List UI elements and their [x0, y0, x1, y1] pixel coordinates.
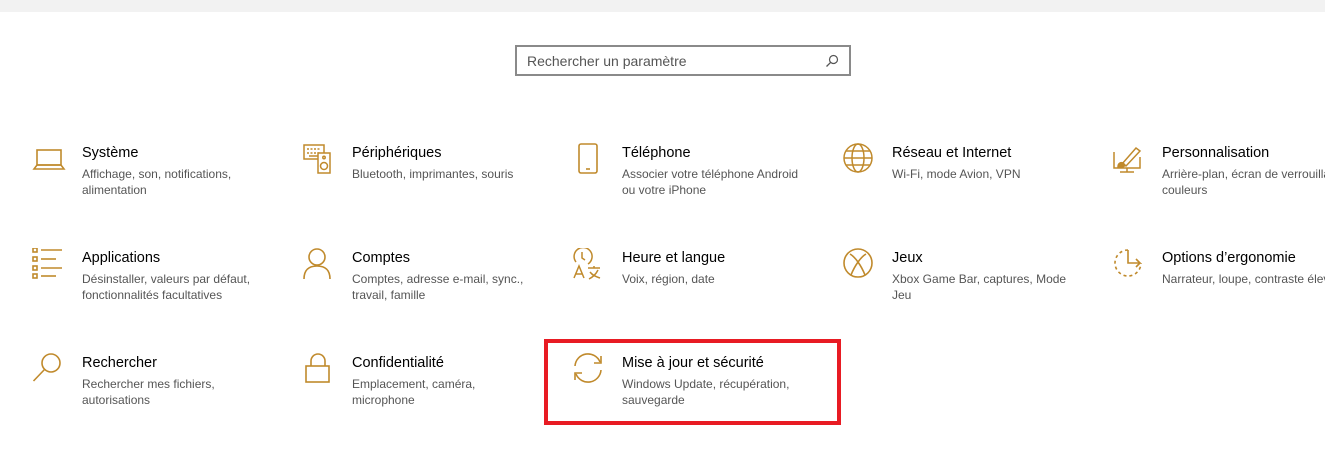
sync-icon — [572, 353, 606, 387]
tile-title: Applications — [82, 250, 161, 266]
tile-description: Rechercher mes fichiers, autorisations — [82, 377, 215, 407]
tile-description: Comptes, adresse e-mail, sync., travail,… — [352, 272, 524, 302]
tile-title: Rechercher — [82, 355, 157, 371]
title-bar-strip — [0, 0, 1325, 12]
search-input[interactable] — [527, 52, 825, 69]
tile-title: Téléphone — [622, 145, 691, 161]
tile-title: Confidentialité — [352, 355, 444, 371]
tile-jeux[interactable]: Jeux Xbox Game Bar, captures, Mode Jeu — [842, 248, 1102, 328]
tile-rechercher[interactable]: Rechercher Rechercher mes fichiers, auto… — [32, 353, 292, 433]
tile-systeme[interactable]: Système Affichage, son, notifications, a… — [32, 143, 292, 223]
tile-description: Xbox Game Bar, captures, Mode Jeu — [892, 272, 1067, 302]
tile-reseau-internet[interactable]: Réseau et Internet Wi-Fi, mode Avion, VP… — [842, 143, 1102, 223]
person-icon — [302, 248, 336, 282]
tile-heure-langue[interactable]: Heure et langue Voix, région, date — [572, 248, 832, 328]
tile-title: Personnalisation — [1162, 145, 1270, 161]
tile-description: Bluetooth, imprimantes, souris — [352, 167, 514, 181]
tile-applications[interactable]: Applications Désinstaller, valeurs par d… — [32, 248, 292, 328]
tile-confidentialite[interactable]: Confidentialité Emplacement, caméra, mic… — [302, 353, 562, 433]
tile-description: Affichage, son, notifications, alimentat… — [82, 167, 232, 197]
tile-title: Options d’ergonomie — [1162, 250, 1296, 266]
tile-title: Heure et langue — [622, 250, 726, 266]
ease-of-access-icon — [1112, 248, 1146, 282]
search-icon[interactable] — [825, 54, 839, 68]
xbox-icon — [842, 248, 876, 282]
tile-comptes[interactable]: Comptes Comptes, adresse e-mail, sync., … — [302, 248, 562, 328]
tile-mise-a-jour-securite[interactable]: Mise à jour et sécurité Windows Update, … — [572, 353, 832, 433]
search-box[interactable] — [515, 45, 851, 76]
tile-personnalisation[interactable]: Personnalisation Arrière-plan, écran de … — [1112, 143, 1325, 223]
tile-description: Wi-Fi, mode Avion, VPN — [892, 167, 1021, 181]
tile-description: Associer votre téléphone Android ou votr… — [622, 167, 799, 197]
tile-title: Comptes — [352, 250, 411, 266]
tile-title: Réseau et Internet — [892, 145, 1012, 161]
globe-icon — [842, 143, 876, 177]
lock-icon — [302, 353, 336, 387]
tile-description: Désinstaller, valeurs par défaut, foncti… — [82, 272, 251, 302]
magnifier-icon — [32, 353, 66, 387]
laptop-icon — [32, 143, 66, 177]
tile-description: Windows Update, récupération, sauvegarde — [622, 377, 790, 407]
time-language-icon — [572, 248, 606, 282]
keyboard-speaker-icon — [302, 143, 336, 177]
tile-peripheriques[interactable]: Périphériques Bluetooth, imprimantes, so… — [302, 143, 562, 223]
phone-icon — [572, 143, 606, 177]
tile-title: Périphériques — [352, 145, 442, 161]
tile-description: Voix, région, date — [622, 272, 715, 286]
tile-options-ergonomie[interactable]: Options d’ergonomie Narrateur, loupe, co… — [1112, 248, 1325, 328]
paint-brush-icon — [1112, 143, 1146, 177]
tile-telephone[interactable]: Téléphone Associer votre téléphone Andro… — [572, 143, 832, 223]
tile-title: Système — [82, 145, 139, 161]
tile-title: Jeux — [892, 250, 923, 266]
tile-title: Mise à jour et sécurité — [622, 355, 764, 371]
tile-description: Emplacement, caméra, microphone — [352, 377, 476, 407]
tile-description: Narrateur, loupe, contraste élevé — [1162, 272, 1325, 286]
tile-description: Arrière-plan, écran de verrouillage, cou… — [1162, 167, 1325, 197]
apps-list-icon — [32, 248, 66, 282]
